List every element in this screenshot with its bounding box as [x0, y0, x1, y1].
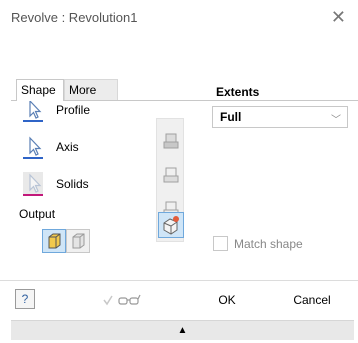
title-bar: Revolve : Revolution1 ✕ [0, 0, 358, 36]
extents-label: Extents [216, 85, 260, 99]
ok-button[interactable]: OK [188, 288, 266, 312]
surface-output-button[interactable] [66, 229, 90, 253]
solid-output-button[interactable] [42, 229, 66, 253]
join-icon[interactable] [161, 131, 181, 151]
solids-select-icon[interactable] [20, 171, 46, 197]
revolve-dialog: Revolve : Revolution1 ✕ Shape More Profi… [0, 0, 358, 343]
dialog-title: Revolve : Revolution1 [11, 10, 138, 25]
cut-icon[interactable] [161, 165, 181, 185]
match-shape-checkbox[interactable] [213, 236, 228, 251]
close-icon[interactable]: ✕ [331, 8, 346, 26]
solids-label: Solids [56, 177, 89, 191]
solid-output-icon [48, 233, 61, 249]
axis-select-icon[interactable] [20, 134, 46, 160]
new-solid-icon [163, 216, 179, 235]
surface-output-icon [72, 233, 85, 249]
extents-dropdown[interactable]: Full ﹀ [212, 106, 348, 128]
profile-label: Profile [56, 103, 91, 117]
cancel-button[interactable]: Cancel [270, 288, 354, 312]
expand-toggle-icon[interactable]: ▲ [11, 320, 354, 340]
dialog-footer: ? OK Cancel [0, 280, 358, 320]
new-solid-button[interactable] [158, 212, 184, 238]
preview-toggle[interactable] [102, 290, 142, 310]
preview-glasses-icon [103, 294, 141, 306]
tab-more[interactable]: More [64, 79, 118, 101]
chevron-down-icon: ﹀ [331, 115, 341, 126]
extents-value: Full [220, 110, 242, 124]
match-shape-label: Match shape [234, 237, 303, 251]
tab-shape[interactable]: Shape [16, 79, 64, 101]
output-label: Output [19, 207, 56, 221]
axis-label: Axis [56, 140, 79, 154]
help-icon[interactable]: ? [15, 289, 35, 309]
